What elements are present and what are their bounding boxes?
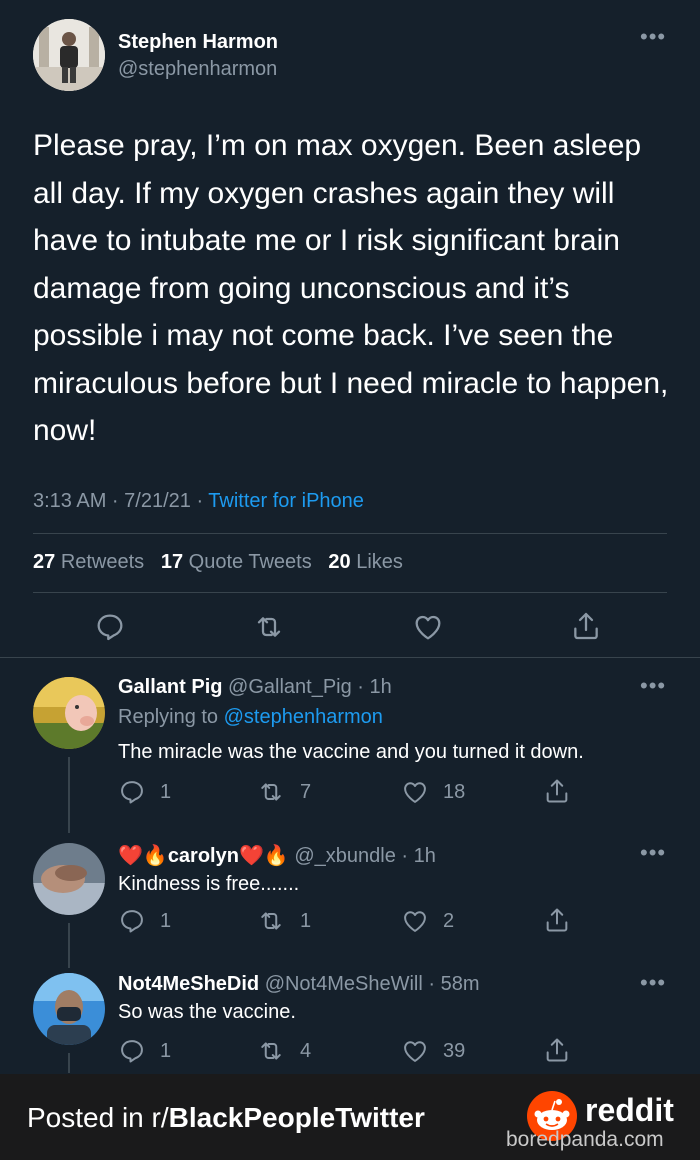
name-emoji-suffix: ❤️🔥: [238, 845, 289, 867]
retweet-icon: [261, 783, 281, 801]
reply-text: The miracle was the vaccine and you turn…: [118, 741, 584, 763]
reply-author-handle[interactable]: @_xbundle · 1h: [294, 845, 436, 867]
more-options-icon[interactable]: •••: [640, 675, 666, 697]
reply-author-name[interactable]: Gallant Pig: [118, 676, 222, 698]
share-button[interactable]: [543, 905, 571, 940]
retweet-button[interactable]: 7: [256, 778, 311, 806]
tweet-source-link[interactable]: Twitter for iPhone: [208, 490, 364, 512]
reply-count: 1: [160, 780, 172, 803]
carolyn-avatar[interactable]: [33, 843, 105, 915]
share-button[interactable]: [543, 1035, 571, 1070]
quote-tweets-stat[interactable]: 17 Quote Tweets: [161, 551, 312, 573]
reply-button[interactable]: 1: [118, 907, 171, 935]
like-count: 39: [443, 1039, 466, 1062]
reply-author-name[interactable]: carolyn: [168, 845, 239, 867]
retweet-button[interactable]: 1: [256, 907, 311, 935]
reply-icon: [97, 614, 123, 641]
share-icon: [574, 612, 598, 640]
not4meshedid-avatar[interactable]: [33, 973, 105, 1045]
tweet-text: Please pray, I’m on max oxygen. Been asl…: [33, 129, 669, 447]
reddit-footer: Posted in r/BlackPeopleTwitter reddit bo…: [0, 1074, 700, 1160]
boredpanda-watermark: boredpanda.com: [506, 1128, 664, 1151]
reply-author-name[interactable]: Not4MeSheDid: [118, 973, 259, 995]
reply-icon: [121, 781, 143, 804]
reply-button[interactable]: 1: [118, 1037, 171, 1065]
retweet-button[interactable]: 4: [256, 1037, 311, 1065]
posted-in-label: Posted in r/BlackPeopleTwitter: [27, 1102, 425, 1133]
heart-icon: [404, 782, 426, 803]
gallant-pig-avatar[interactable]: [33, 677, 105, 749]
heart-icon: [404, 1041, 426, 1062]
thread-line-2: [68, 923, 70, 968]
more-options-icon[interactable]: •••: [640, 842, 666, 864]
more-options-icon[interactable]: •••: [640, 972, 666, 994]
likes-stat[interactable]: 20 Likes: [328, 551, 403, 573]
retweet-icon: [261, 1042, 281, 1060]
subreddit-name[interactable]: BlackPeopleTwitter: [169, 1102, 425, 1133]
divider-3: [0, 657, 700, 658]
tweet-time: 3:13 AM · 7/21/21 ·: [33, 490, 209, 512]
like-button[interactable]: 2: [401, 907, 454, 935]
stephen-harmon-avatar[interactable]: [33, 19, 105, 91]
like-button[interactable]: 18: [401, 778, 465, 806]
divider-1: [33, 533, 667, 534]
reply-button[interactable]: [94, 611, 126, 648]
like-count: 18: [443, 780, 466, 803]
reply-button[interactable]: 1: [118, 778, 171, 806]
like-button[interactable]: 39: [401, 1037, 465, 1065]
divider-2: [33, 592, 667, 593]
author-name[interactable]: Stephen Harmon: [118, 31, 278, 54]
more-options-icon[interactable]: •••: [640, 26, 666, 48]
retweet-count: 1: [300, 909, 312, 932]
heart-icon: [404, 911, 426, 932]
heart-icon: [415, 615, 441, 640]
retweet-count: 7: [300, 780, 312, 803]
retweet-count: 4: [300, 1039, 312, 1062]
tweet-timestamp: 3:13 AM · 7/21/21 · Twitter for iPhone: [33, 490, 364, 513]
tweet-stats: 27 Retweets 17 Quote Tweets 20 Likes: [33, 551, 403, 574]
retweet-button[interactable]: [252, 611, 286, 648]
share-icon: [546, 908, 568, 932]
replying-to: Replying to @stephenharmon: [118, 706, 383, 728]
reply-count: 1: [160, 909, 172, 932]
reply-header: ❤️🔥carolyn❤️🔥 @_xbundle · 1h: [118, 843, 436, 868]
thread-line-1: [68, 757, 70, 833]
reply-count: 1: [160, 1039, 172, 1062]
reply-author-handle[interactable]: @Gallant_Pig · 1h: [228, 676, 392, 698]
like-count: 2: [443, 909, 455, 932]
reply-header: Not4MeSheDid @Not4MeSheWill · 58m: [118, 973, 480, 996]
author-handle[interactable]: @stephenharmon: [118, 58, 277, 81]
share-button[interactable]: [570, 609, 602, 648]
share-icon: [546, 1038, 568, 1062]
share-icon: [546, 779, 568, 803]
replying-to-link[interactable]: @stephenharmon: [224, 706, 383, 728]
name-emoji-prefix: ❤️🔥: [118, 845, 168, 867]
reply-header: Gallant Pig @Gallant_Pig · 1h: [118, 676, 392, 699]
reddit-wordmark: reddit: [585, 1092, 674, 1128]
retweet-icon: [257, 617, 281, 637]
reply-text: So was the vaccine.: [118, 1001, 296, 1023]
share-button[interactable]: [543, 776, 571, 811]
reply-icon: [121, 910, 143, 933]
retweet-icon: [261, 912, 281, 930]
like-button[interactable]: [412, 611, 444, 648]
reply-text: Kindness is free.......: [118, 873, 300, 895]
reply-icon: [121, 1040, 143, 1063]
thread-line-3: [68, 1053, 70, 1073]
reply-author-handle[interactable]: @Not4MeSheWill · 58m: [265, 973, 480, 995]
retweets-stat[interactable]: 27 Retweets: [33, 551, 144, 573]
